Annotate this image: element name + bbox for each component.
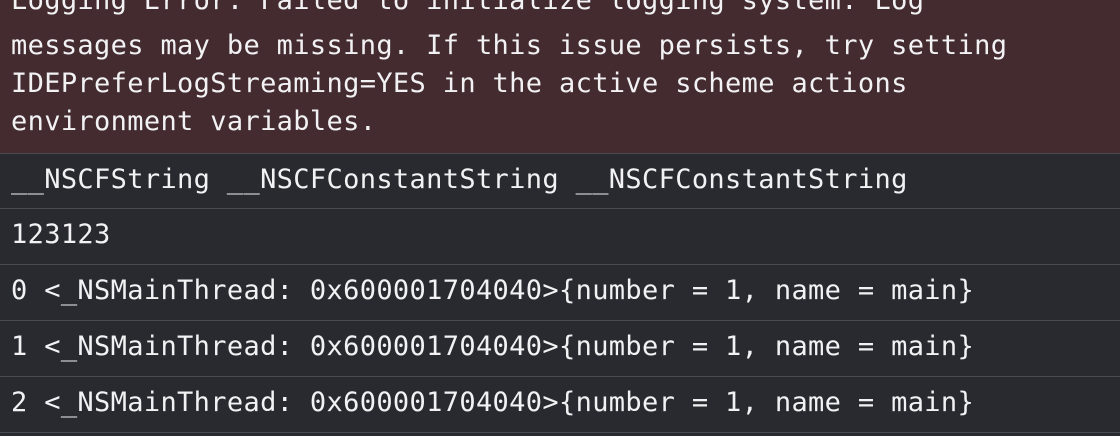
error-line: messages may be missing. If this issue p… xyxy=(11,30,1008,61)
log-entry-text: __NSCFString __NSCFConstantString __NSCF… xyxy=(11,164,908,195)
log-entry: 0 <_NSMainThread: 0x600001704040>{number… xyxy=(0,264,1120,319)
logging-error-message: Logging Error: Failed to initialize logg… xyxy=(0,0,1120,153)
log-entry: __NSCFString __NSCFConstantString __NSCF… xyxy=(0,153,1120,208)
log-entry-text: 2 <_NSMainThread: 0x600001704040>{number… xyxy=(11,387,975,418)
log-entry-divider xyxy=(0,432,1120,436)
error-line: IDEPreferLogStreaming=YES in the active … xyxy=(11,68,908,99)
log-entry-text: 1 <_NSMainThread: 0x600001704040>{number… xyxy=(11,331,975,362)
debug-console[interactable]: Logging Error: Failed to initialize logg… xyxy=(0,0,1120,436)
error-line: environment variables. xyxy=(11,106,377,137)
log-entry-text: 123123 xyxy=(11,219,111,250)
log-entry: 2 <_NSMainThread: 0x600001704040>{number… xyxy=(0,376,1120,431)
log-entry: 1 <_NSMainThread: 0x600001704040>{number… xyxy=(0,320,1120,375)
log-entry: 123123 xyxy=(0,208,1120,263)
log-entry-text: 0 <_NSMainThread: 0x600001704040>{number… xyxy=(11,275,975,306)
error-line: Logging Error: Failed to initialize logg… xyxy=(11,0,925,16)
